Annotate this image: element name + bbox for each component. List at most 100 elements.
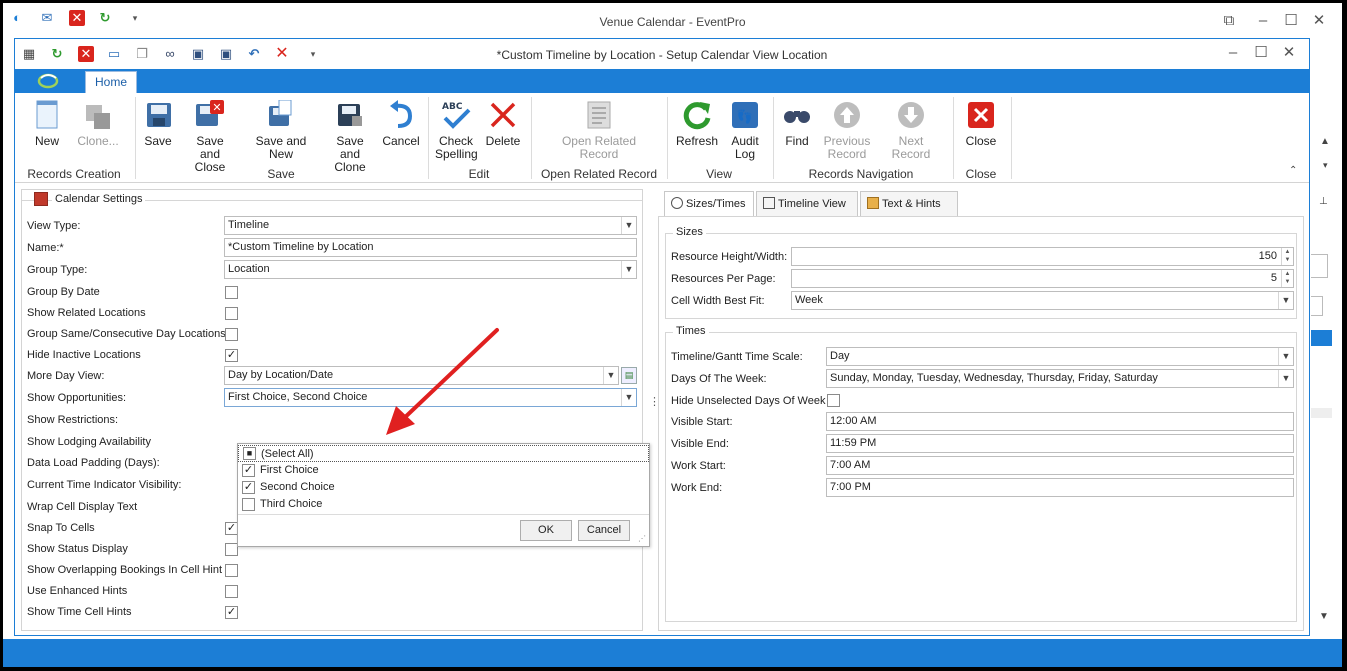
first-choice-item[interactable]: ✓ First Choice [238,462,649,479]
group-separator [531,97,532,179]
tab-timeline-view[interactable]: Timeline View [756,191,858,217]
minimize-icon[interactable]: – [1251,11,1275,31]
days-of-week-select[interactable]: Sunday, Monday, Tuesday, Wednesday, Thur… [826,369,1294,388]
hide-inactive-checkbox[interactable]: ✓ [225,349,238,362]
resources-per-page-input[interactable]: 5 ▲ ▼ [791,269,1294,288]
third-choice-item[interactable]: Third Choice [238,496,649,513]
save-button[interactable]: Save [143,99,173,148]
work-end-input[interactable]: 7:00 PM [826,478,1294,497]
save-and-new-button[interactable]: Save and New [243,99,319,161]
popup-cancel-button[interactable]: Cancel [578,520,630,541]
show-restrictions-label: Show Restrictions: [27,414,119,426]
spin-icon[interactable]: ▲ ▼ [1281,248,1293,265]
first-choice-checkbox[interactable]: ✓ [242,464,255,477]
group-same-checkbox[interactable] [225,328,238,341]
lookup-icon[interactable]: ▤ [621,367,637,384]
maximize-icon[interactable]: ☐ [1249,43,1273,63]
restore-icon[interactable]: ⧉ [1217,11,1241,31]
collapse-ribbon-icon[interactable]: ⌃ [1289,165,1297,176]
work-start-label: Work Start: [671,460,726,472]
chevron-down-icon[interactable]: ▼ [603,367,618,384]
save-new-label: Save and New [255,134,307,161]
check-spelling-button[interactable]: ABC Check Spelling [435,99,478,161]
refresh-button[interactable]: Refresh [675,99,719,148]
close-icon[interactable]: ✕ [1277,43,1301,63]
select-all-checkbox[interactable]: ■ [243,447,256,460]
chevron-down-icon[interactable]: ▼ [621,389,636,406]
maximize-icon[interactable]: ☐ [1279,11,1303,31]
select-all-item[interactable]: ■ (Select All) [238,445,649,462]
chevron-down-icon[interactable]: ▼ [1278,292,1293,309]
visible-end-input[interactable]: 11:59 PM [826,434,1294,453]
group-type-label: Group Type: [27,264,88,276]
show-related-checkbox[interactable] [225,307,238,320]
second-choice-item[interactable]: ✓ Second Choice [238,479,649,496]
chevron-down-icon[interactable]: ▼ [621,217,636,234]
visible-start-input[interactable]: 12:00 AM [826,412,1294,431]
clone-button[interactable]: Clone... [73,99,123,148]
show-related-label: Show Related Locations [27,307,146,319]
popup-separator [238,514,649,515]
background-selected-row [1311,330,1332,346]
clock-icon [671,197,683,209]
close-icon[interactable]: ✕ [1307,11,1331,31]
work-start-input[interactable]: 7:00 AM [826,456,1294,475]
show-opportunities-label: Show Opportunities: [27,392,127,404]
minimize-icon[interactable]: – [1221,43,1245,63]
save-and-close-button[interactable]: ✕ Save and Close [185,99,235,174]
group-type-select[interactable]: Location ▼ [224,260,637,279]
resources-per-page-value: 5 [1270,272,1277,284]
svg-text:👣: 👣 [737,108,753,125]
tab-timeline-label: Timeline View [778,198,846,210]
save-and-clone-button[interactable]: Save and Clone [325,99,375,174]
audit-log-button[interactable]: 👣 Audit Log [727,99,763,161]
dropdown-icon[interactable]: ▾ [1323,160,1328,171]
cell-width-select[interactable]: Week ▼ [791,291,1294,310]
app-logo-icon [37,73,59,89]
new-label: New [34,134,59,148]
chevron-down-icon[interactable]: ▼ [1278,348,1293,365]
next-record-button[interactable]: Next Record [879,99,943,161]
spin-icon[interactable]: ▲ ▼ [1281,270,1293,287]
save-label: Save [144,134,172,148]
hide-unselected-checkbox[interactable] [827,394,840,407]
outer-status-bar [3,639,1342,667]
enhanced-hints-checkbox[interactable] [225,585,238,598]
name-input[interactable]: *Custom Timeline by Location [224,238,637,257]
popup-ok-button[interactable]: OK [520,520,572,541]
group-separator [953,97,954,179]
second-choice-checkbox[interactable]: ✓ [242,481,255,494]
delete-button[interactable]: Delete [484,99,522,148]
tab-home[interactable]: Home [85,71,137,93]
svg-text:ABC: ABC [442,102,463,112]
application-menu-button[interactable] [15,69,81,93]
close-button[interactable]: Close [963,99,999,148]
work-start-value: 7:00 AM [830,459,871,471]
resource-height-input[interactable]: 150 ▲ ▼ [791,247,1294,266]
resource-height-value: 150 [1258,250,1277,262]
find-button[interactable]: Find [781,99,813,148]
open-related-record-button[interactable]: Open Related Record [559,99,639,161]
name-value: *Custom Timeline by Location [228,241,374,253]
time-scale-select[interactable]: Day ▼ [826,347,1294,366]
third-choice-checkbox[interactable] [242,498,255,511]
chevron-down-icon[interactable]: ▼ [621,261,636,278]
background-window-strip: ▲ ▾ ⊥ ▼ [1311,38,1342,636]
chevron-up-icon[interactable]: ▲ [1320,136,1330,147]
group-separator [773,97,774,179]
tab-text-hints[interactable]: Text & Hints [860,191,958,217]
tab-sizes-times[interactable]: Sizes/Times [664,191,754,217]
cancel-button[interactable]: Cancel [381,99,421,148]
pin-icon[interactable]: ⊥ [1319,196,1328,207]
group-by-date-checkbox[interactable] [225,286,238,299]
view-type-select[interactable]: Timeline ▼ [224,216,637,235]
scroll-down-icon[interactable]: ▼ [1319,611,1329,622]
overlap-checkbox[interactable] [225,564,238,577]
resize-grip-icon[interactable]: ⋰ [638,534,646,543]
chevron-down-icon[interactable]: ▼ [1278,370,1293,387]
calendar-icon [34,192,48,206]
time-cell-hints-checkbox[interactable]: ✓ [225,606,238,619]
previous-record-button[interactable]: Previous Record [821,99,873,161]
binoculars-icon [784,111,810,123]
new-button[interactable]: New [29,99,65,148]
